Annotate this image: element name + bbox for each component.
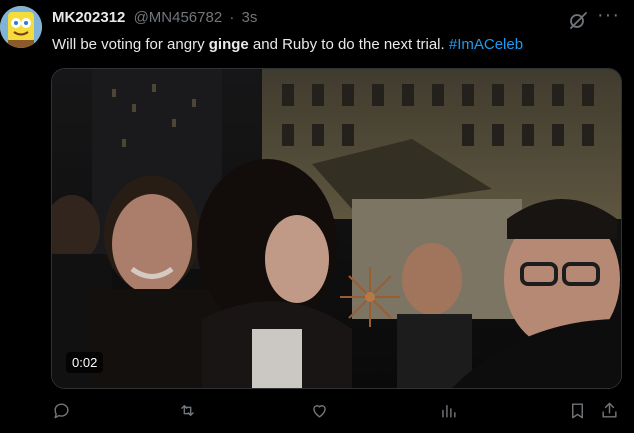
like-icon[interactable] (307, 398, 331, 422)
share-icon[interactable] (597, 398, 621, 422)
video-duration: 0:02 (66, 352, 104, 373)
more-options-button[interactable]: ··· (597, 4, 620, 27)
grok-icon[interactable] (568, 10, 588, 30)
tweet-text-part: Will be voting for angry (52, 36, 209, 53)
tweet-text-bold: ginge (208, 36, 249, 53)
video-frame (52, 69, 621, 388)
hashtag-link[interactable]: #ImACeleb (449, 36, 523, 53)
user-handle[interactable]: @MN456782 (134, 9, 223, 26)
display-name[interactable]: MK202312 (52, 9, 125, 26)
tweet-text: Will be voting for angry ginge and Ruby … (52, 36, 523, 53)
reply-icon[interactable] (49, 398, 73, 422)
tweet-header: MK202312 @MN456782 · 3s (52, 9, 257, 26)
action-bar (0, 398, 634, 428)
timestamp[interactable]: 3s (242, 9, 258, 26)
views-icon[interactable] (436, 398, 460, 422)
separator-dot: · (229, 9, 235, 26)
bookmark-icon[interactable] (565, 398, 589, 422)
video-player[interactable]: 0:02 (51, 68, 622, 389)
tweet-text-part: and Ruby to do the next trial. (248, 36, 449, 53)
avatar[interactable] (0, 6, 42, 48)
retweet-icon[interactable] (175, 398, 199, 422)
